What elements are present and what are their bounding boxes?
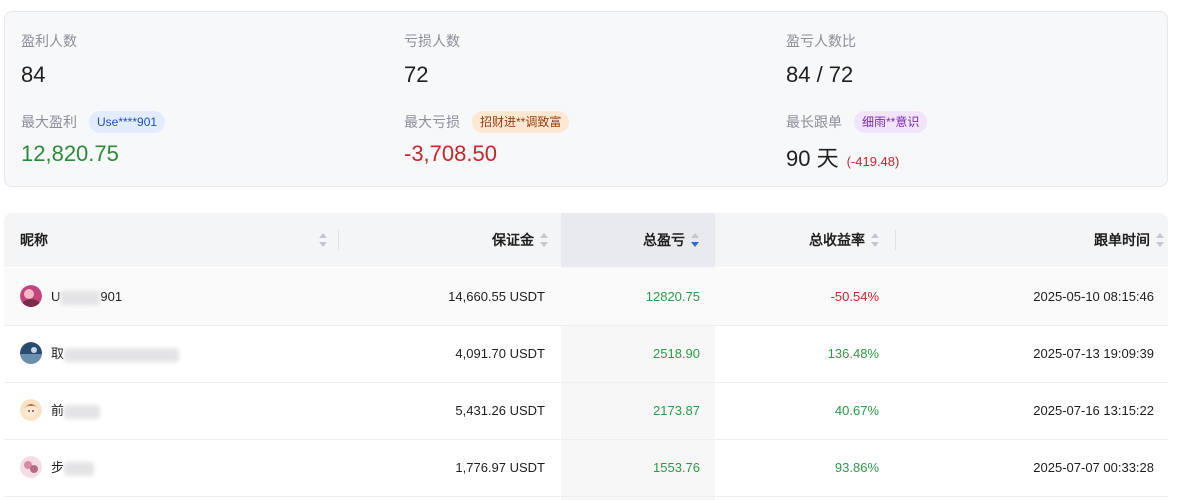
max-loss-value: -3,708.50 (404, 141, 497, 166)
ratio-label: 盈亏人数比 (786, 33, 856, 49)
nickname-prefix: 步 (51, 460, 65, 475)
col-pnl-label: 总盈亏 (643, 232, 685, 248)
col-time-label: 跟单时间 (1094, 232, 1150, 248)
nickname-prefix: U (51, 289, 61, 304)
follow-time-cell: 2025-07-13 19:09:39 (1033, 346, 1154, 361)
nickname-suffix: 901 (100, 289, 123, 304)
nickname: 步 (51, 439, 95, 496)
avatar (20, 456, 42, 478)
return-cell: 93.86% (834, 460, 879, 475)
margin-cell: 14,660.55 USDT (448, 289, 545, 304)
summary-panel: 盈利人数 84 最大盈利 Use****901 12,820.75 亏损人数 7… (4, 11, 1168, 187)
col-return-header[interactable]: 总收益率 (809, 213, 879, 267)
nickname-prefix: 前 (51, 403, 65, 418)
profit-count: 84 (21, 62, 46, 87)
header-divider (895, 230, 896, 250)
max-profit-value: 12,820.75 (21, 141, 119, 166)
avatar (20, 342, 42, 364)
margin-cell: 1,776.97 USDT (455, 460, 545, 475)
col-return-label: 总收益率 (809, 232, 865, 248)
avatar (20, 285, 42, 307)
nickname: 取 (51, 325, 180, 382)
avatar (20, 399, 42, 421)
max-profit-label-row: 最大盈利 Use****901 (21, 111, 166, 133)
table-row[interactable]: U 901 14,660.55 USDT 12820.75 -50.54% 202… (4, 268, 1168, 326)
pnl-cell: 2518.90 (653, 346, 700, 361)
max-profit-label: 最大盈利 (21, 114, 77, 130)
col-margin-label: 保证金 (492, 232, 534, 248)
max-loss-label-row: 最大亏损 招财进**调致富 (404, 111, 570, 133)
nickname-prefix: 取 (51, 346, 65, 361)
col-pnl-header[interactable]: 总盈亏 (643, 213, 699, 267)
longest-value-row: 90 天 (-419.48) (786, 141, 899, 173)
return-cell: 40.67% (834, 403, 879, 418)
table-header: 昵称 保证金 总盈亏 总收益率 跟单时间 (4, 213, 1168, 267)
col-nickname-header[interactable]: 昵称 (20, 213, 48, 267)
nickname: 前 (51, 382, 101, 439)
sort-pnl-icon[interactable] (691, 233, 699, 248)
pnl-cell: 2173.87 (653, 403, 700, 418)
longest-days: 90 天 (786, 146, 839, 171)
table-row[interactable]: 取 4,091.70 USDT 2518.90 136.48% 2025-07-… (4, 325, 1168, 383)
masked-text (60, 290, 101, 305)
longest-user-tag[interactable]: 细雨**意识 (854, 111, 928, 133)
max-loss-user-tag[interactable]: 招财进**调致富 (472, 111, 570, 133)
col-time-header[interactable]: 跟单时间 (1094, 213, 1164, 267)
profit-count-label: 盈利人数 (21, 33, 77, 49)
table-row[interactable]: 前 5,431.26 USDT 2173.87 40.67% 2025-07-1… (4, 382, 1168, 440)
col-margin-header[interactable]: 保证金 (492, 213, 548, 267)
margin-cell: 4,091.70 USDT (455, 346, 545, 361)
sort-return-icon[interactable] (871, 233, 879, 248)
table-row[interactable]: 步 1,776.97 USDT 1553.76 93.86% 2025-07-0… (4, 439, 1168, 497)
loss-count-label: 亏损人数 (404, 33, 460, 49)
nickname: U 901 (51, 268, 122, 325)
ratio-value: 84 / 72 (786, 62, 854, 87)
return-cell: -50.54% (830, 289, 879, 304)
follow-time-cell: 2025-07-07 00:33:28 (1033, 460, 1154, 475)
longest-label: 最长跟单 (786, 114, 842, 130)
follow-time-cell: 2025-05-10 08:15:46 (1033, 289, 1154, 304)
longest-pnl: (-419.48) (846, 154, 900, 169)
loss-count: 72 (404, 62, 429, 87)
sort-time-icon[interactable] (1156, 233, 1164, 248)
margin-cell: 5,431.26 USDT (455, 403, 545, 418)
masked-text (64, 347, 180, 362)
masked-text (64, 404, 101, 419)
sort-nickname-icon[interactable] (319, 233, 327, 247)
return-cell: 136.48% (827, 346, 879, 361)
max-profit-user-tag[interactable]: Use****901 (89, 111, 166, 133)
pnl-cell: 1553.76 (653, 460, 700, 475)
masked-text (64, 461, 95, 476)
sort-margin-icon[interactable] (540, 233, 548, 248)
max-loss-label: 最大亏损 (404, 114, 460, 130)
header-divider (338, 230, 339, 250)
follow-time-cell: 2025-07-16 13:15:22 (1033, 403, 1154, 418)
longest-label-row: 最长跟单 细雨**意识 (786, 111, 928, 133)
pnl-cell: 12820.75 (645, 289, 700, 304)
col-nickname-label: 昵称 (20, 232, 48, 248)
